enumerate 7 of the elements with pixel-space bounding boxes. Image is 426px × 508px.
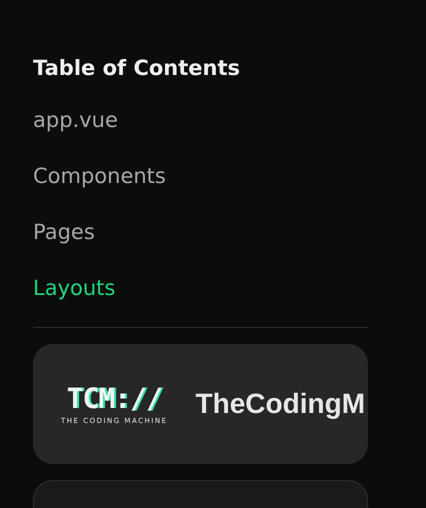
sponsor-name: TheCodingM [196, 388, 366, 420]
toc-title: Table of Contents [33, 55, 242, 82]
logo-mark: TCM:// [66, 384, 162, 414]
toc-link[interactable]: Components [33, 160, 166, 192]
toc-link[interactable]: Pages [33, 216, 95, 248]
toc-link[interactable]: app.vue [33, 104, 118, 136]
toc-link[interactable]: Layouts [33, 272, 116, 304]
